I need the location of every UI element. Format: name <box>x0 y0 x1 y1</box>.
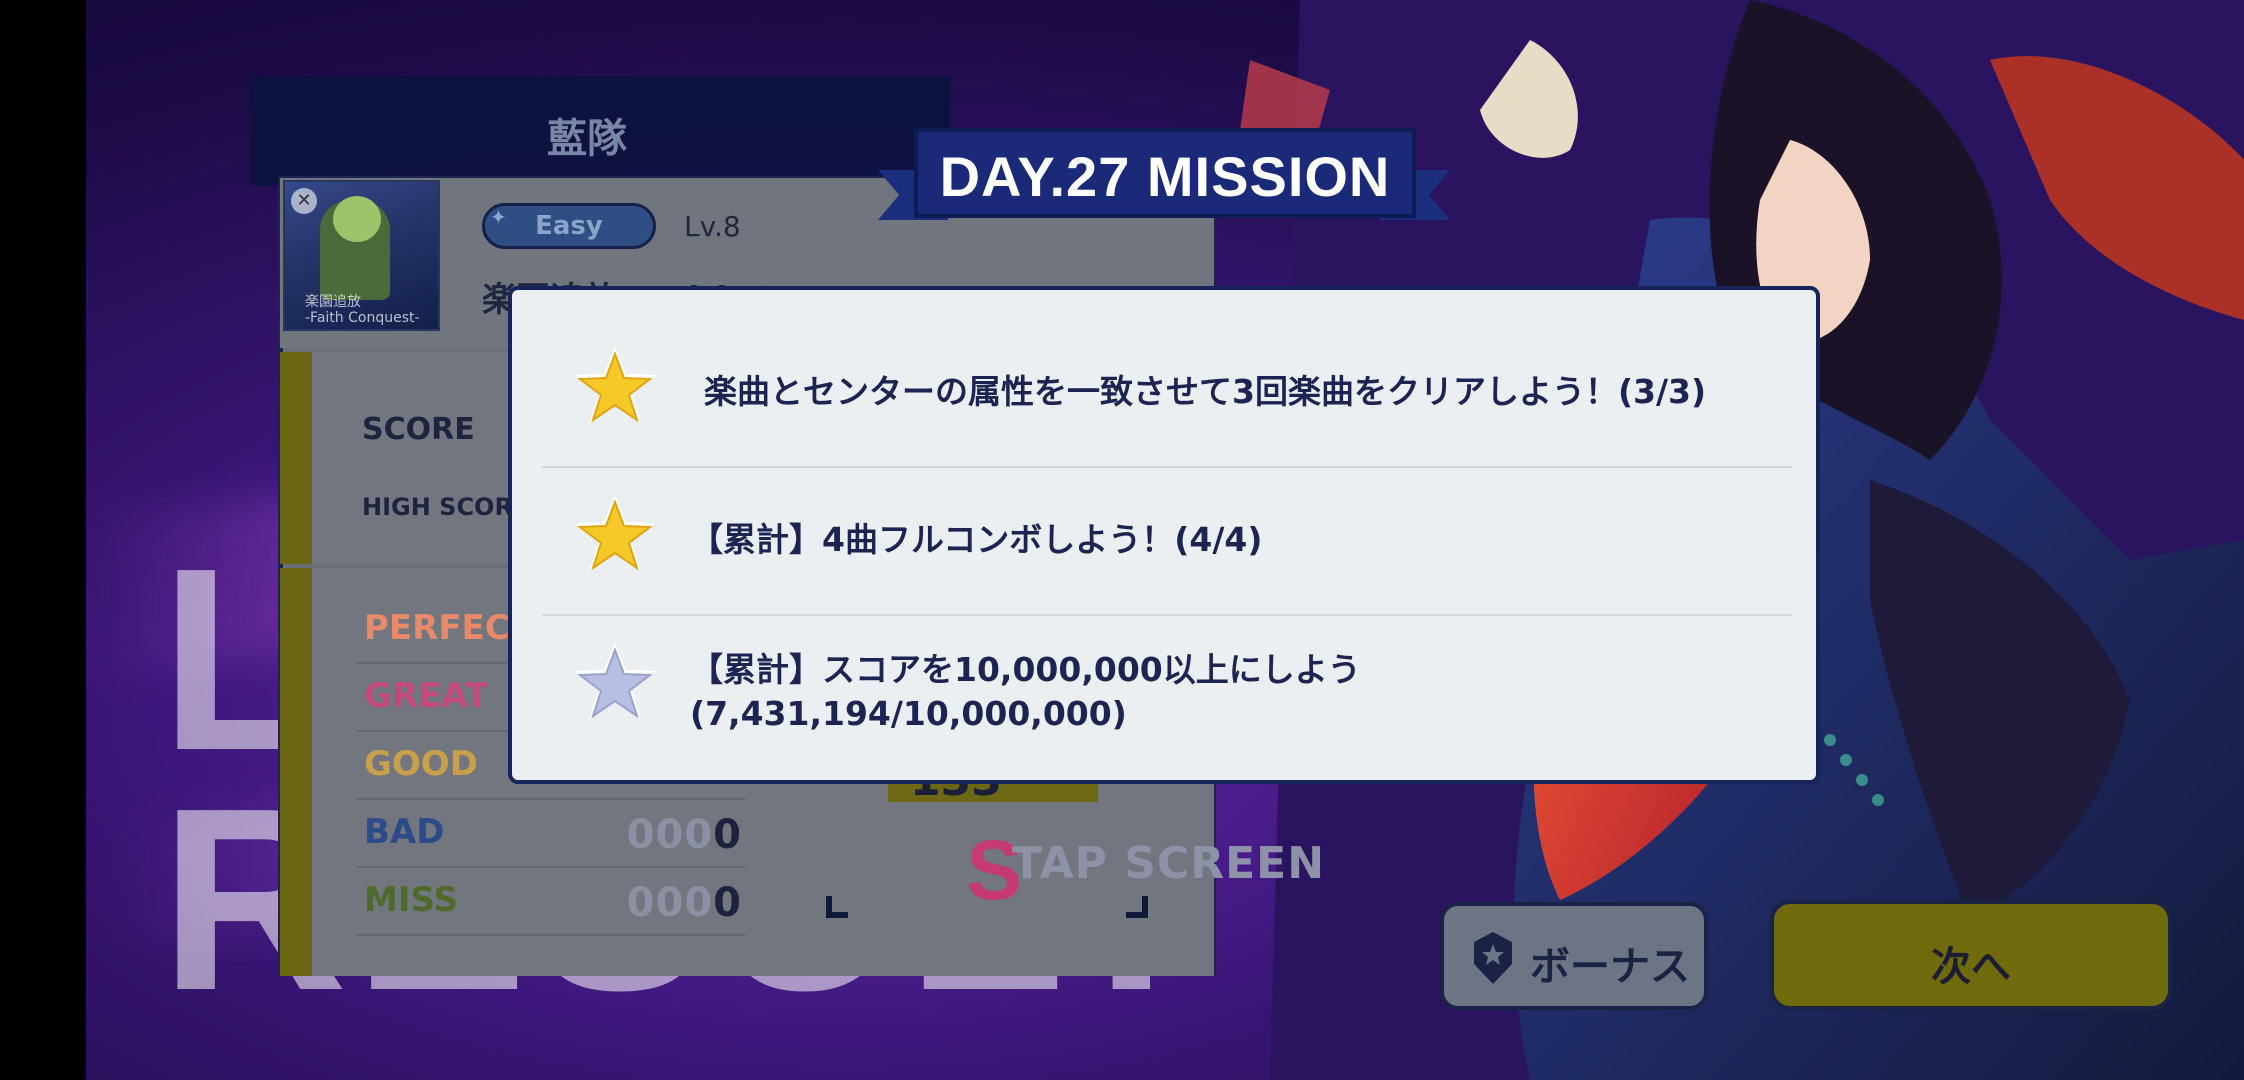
letterbox-left <box>0 0 86 1080</box>
judgement-row-bad: BAD 0000 <box>356 800 746 868</box>
jacket-character-head <box>333 196 381 242</box>
difficulty-badge: Easy <box>482 203 656 249</box>
next-label: 次へ <box>1931 944 2011 990</box>
count-padding: 000 <box>626 880 714 926</box>
mission-text: 【累計】スコアを10,000,000以上にしよう(7,431,194/10,00… <box>690 650 1361 733</box>
mission-banner: DAY.27 MISSION <box>914 128 1416 218</box>
rank-frame-corner <box>1126 896 1148 918</box>
tap-screen-prompt[interactable]: TAP SCREEN <box>1012 838 1325 889</box>
mission-text: 【累計】4曲フルコンボしよう！(4/4) <box>690 520 1263 559</box>
score-label: SCORE <box>362 412 475 447</box>
star-icon-complete <box>574 346 656 424</box>
star-icon-incomplete <box>574 642 656 720</box>
accent-bar <box>280 352 312 564</box>
song-level: Lv.8 <box>684 210 741 243</box>
unit-name: 藍隊 <box>547 116 627 162</box>
high-score-label: HIGH SCORE <box>362 493 514 521</box>
bonus-label: ボーナス <box>1530 944 1690 990</box>
mission-dialog[interactable]: 楽曲とセンターの属性を一致させて3回楽曲をクリアしよう！(3/3) 【累計】4曲… <box>508 286 1820 784</box>
mission-divider <box>542 466 1792 468</box>
accent-bar <box>280 568 312 976</box>
star-icon-complete <box>574 494 656 572</box>
count-value: 0 <box>713 880 742 926</box>
judgement-name: MISS <box>364 880 458 920</box>
judgement-name: GOOD <box>364 744 478 784</box>
jacket-caption-line: 楽園追放 <box>305 294 361 310</box>
bonus-button[interactable]: ボーナス <box>1440 902 1708 1010</box>
judgement-count: 0000 <box>627 880 742 926</box>
judgement-count: 0000 <box>627 812 742 858</box>
judgement-row-miss: MISS 0000 <box>356 868 746 936</box>
star-badge-icon <box>1474 932 1512 984</box>
jacket-caption: 楽園追放 -Faith Conquest- <box>305 294 420 326</box>
mission-text: 楽曲とセンターの属性を一致させて3回楽曲をクリアしよう！(3/3) <box>704 372 1707 411</box>
song-jacket: ✕ 楽園追放 -Faith Conquest- <box>283 180 440 331</box>
mission-banner-title: DAY.27 MISSION <box>939 145 1391 208</box>
sparkle-icon: ✦ <box>490 205 507 229</box>
result-screen[interactable]: L RESULT 藍隊 ✕ <box>0 0 2244 1080</box>
mission-divider <box>542 614 1792 616</box>
rank-frame-corner <box>826 896 848 918</box>
judgement-name: GREAT <box>364 676 489 716</box>
count-value: 0 <box>713 812 742 858</box>
jacket-caption-line: -Faith Conquest- <box>305 310 420 326</box>
judgement-name: BAD <box>364 812 445 852</box>
next-button[interactable]: 次へ <box>1770 900 2172 1010</box>
close-icon: ✕ <box>291 188 317 214</box>
count-padding: 000 <box>626 812 714 858</box>
